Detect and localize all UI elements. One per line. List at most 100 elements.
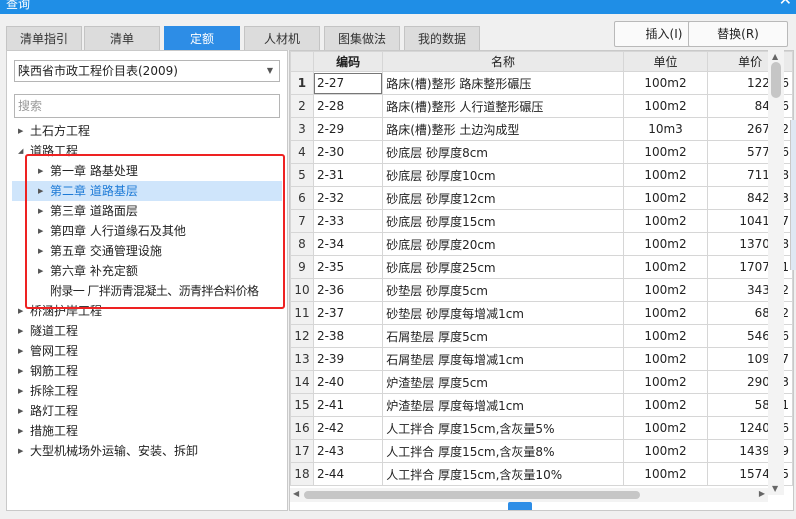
expand-arrow-icon[interactable]: ▶ xyxy=(18,361,30,381)
tab-list[interactable]: 清单 xyxy=(84,26,160,50)
row-number[interactable]: 18 xyxy=(290,462,314,486)
expand-arrow-icon[interactable]: ▶ xyxy=(18,301,30,321)
row-number[interactable]: 4 xyxy=(290,140,314,164)
row-number[interactable]: 16 xyxy=(290,416,314,440)
expand-arrow-icon[interactable]: ▶ xyxy=(18,341,30,361)
quota-code[interactable]: 2-27 xyxy=(312,71,384,95)
tree-item[interactable]: ▶ 路灯工程 xyxy=(18,401,78,421)
table-row[interactable]: 12-27路床(槽)整形 路床整形碾压100m2122.86 xyxy=(290,71,793,95)
quota-code[interactable]: 2-44 xyxy=(312,462,384,486)
table-row[interactable]: 22-28路床(槽)整形 人行道整形碾压100m284.16 xyxy=(290,94,793,118)
quota-unit[interactable]: 100m2 xyxy=(622,140,709,164)
quota-unit[interactable]: 100m2 xyxy=(622,163,709,187)
expand-arrow-icon[interactable]: ▶ xyxy=(38,181,50,201)
tree-item[interactable]: ▶ 措施工程 xyxy=(18,421,78,441)
table-row[interactable]: 18 2-44 人工拌合 厚度15cm,含灰量10% 100m2 1574.15 xyxy=(290,462,793,486)
row-number[interactable]: 2 xyxy=(290,94,314,118)
tab-atlas-method[interactable]: 图集做法 xyxy=(324,26,400,50)
quota-unit[interactable]: 100m2 xyxy=(622,278,709,302)
quota-unit[interactable]: 100m2 xyxy=(622,370,709,394)
quota-name[interactable]: 人工拌合 厚度15cm,含灰量8% xyxy=(382,439,624,463)
quota-name[interactable]: 砂底层 砂厚度12cm xyxy=(382,186,624,210)
quota-unit[interactable]: 100m2 xyxy=(622,71,709,95)
quota-name[interactable]: 砂底层 砂厚度20cm xyxy=(382,232,624,256)
horizontal-scrollbar[interactable]: ◀ ▶ xyxy=(290,488,768,502)
expand-arrow-icon[interactable]: ▶ xyxy=(18,121,30,141)
quota-code[interactable]: 2-30 xyxy=(312,140,384,164)
expand-arrow-icon[interactable]: ▶ xyxy=(38,261,50,281)
vertical-scrollbar[interactable]: ▲ ▼ xyxy=(768,50,784,495)
table-row[interactable]: 142-40炉渣垫层 厚度5cm100m2290.83 xyxy=(290,370,793,394)
expand-arrow-icon[interactable]: ▶ xyxy=(18,421,30,441)
tree-item[interactable]: ▶ 第四章 人行道缘石及其他 xyxy=(38,221,186,241)
tree-item[interactable]: ▶ 第六章 补充定额 xyxy=(38,261,138,281)
row-number[interactable]: 10 xyxy=(290,278,314,302)
row-number[interactable]: 9 xyxy=(290,255,314,279)
quota-unit[interactable]: 100m2 xyxy=(622,301,709,325)
table-row[interactable]: 132-39石屑垫层 厚度每增减1cm100m2109.17 xyxy=(290,347,793,371)
row-number[interactable]: 17 xyxy=(290,439,314,463)
quota-code[interactable]: 2-33 xyxy=(312,209,384,233)
quota-code[interactable]: 2-31 xyxy=(312,163,384,187)
tab-quota[interactable]: 定额 xyxy=(164,26,240,50)
tree-item-selected[interactable]: ▶ 第二章 道路基层 xyxy=(12,181,282,201)
quota-name[interactable]: 砂底层 砂厚度10cm xyxy=(382,163,624,187)
collapse-arrow-icon[interactable]: ◢ xyxy=(18,141,30,161)
quota-unit[interactable]: 100m2 xyxy=(622,209,709,233)
tree-item[interactable]: ▶ 钢筋工程 xyxy=(18,361,78,381)
tree-item[interactable]: ◢ 道路工程 xyxy=(18,141,78,161)
row-number[interactable]: 5 xyxy=(290,163,314,187)
quota-name[interactable]: 路床(槽)整形 人行道整形碾压 xyxy=(382,94,624,118)
table-row[interactable]: 52-31砂底层 砂厚度10cm100m2711.38 xyxy=(290,163,793,187)
quota-code[interactable]: 2-38 xyxy=(312,324,384,348)
quota-code[interactable]: 2-35 xyxy=(312,255,384,279)
tree-item[interactable]: ▶ 拆除工程 xyxy=(18,381,78,401)
tree-item[interactable]: ▶ 第三章 道路面层 xyxy=(38,201,138,221)
table-row[interactable]: 122-38石屑垫层 厚度5cm100m2546.76 xyxy=(290,324,793,348)
quota-code[interactable]: 2-42 xyxy=(312,416,384,440)
close-icon[interactable]: ✕ xyxy=(779,0,792,8)
tree-item[interactable]: ▶ 第一章 路基处理 xyxy=(38,161,284,181)
quota-code[interactable]: 2-34 xyxy=(312,232,384,256)
tree-item[interactable]: ▶ 大型机械场外运输、安装、拆卸 xyxy=(18,441,198,461)
table-row[interactable]: 152-41炉渣垫层 厚度每增减1cm100m258.11 xyxy=(290,393,793,417)
row-number[interactable]: 12 xyxy=(290,324,314,348)
quota-unit[interactable]: 100m2 xyxy=(622,186,709,210)
quota-code[interactable]: 2-29 xyxy=(312,117,384,141)
quota-name[interactable]: 炉渣垫层 厚度每增减1cm xyxy=(382,393,624,417)
quota-name[interactable]: 砂垫层 砂厚度5cm xyxy=(382,278,624,302)
tab-my-data[interactable]: 我的数据 xyxy=(404,26,480,50)
scroll-left-icon[interactable]: ◀ xyxy=(293,489,299,498)
quota-unit[interactable]: 100m2 xyxy=(622,324,709,348)
tree-item[interactable]: ▶ 土石方工程 xyxy=(18,121,90,141)
table-row[interactable]: 16 2-42 人工拌合 厚度15cm,含灰量5% 100m2 1240.76 xyxy=(290,416,793,440)
quota-code[interactable]: 2-36 xyxy=(312,278,384,302)
quota-name[interactable]: 石屑垫层 厚度5cm xyxy=(382,324,624,348)
quota-unit[interactable]: 100m2 xyxy=(622,232,709,256)
quota-name[interactable]: 人工拌合 厚度15cm,含灰量10% xyxy=(382,462,624,486)
quota-code[interactable]: 2-37 xyxy=(312,301,384,325)
expand-arrow-icon[interactable]: ▶ xyxy=(38,221,50,241)
table-row[interactable]: 8 2-34 砂底层 砂厚度20cm 100m2 1370.68 xyxy=(290,232,793,256)
quota-unit[interactable]: 100m2 xyxy=(622,439,709,463)
scroll-right-icon[interactable]: ▶ xyxy=(759,489,765,498)
row-number[interactable]: 3 xyxy=(290,117,314,141)
column-header-unit[interactable]: 单位 xyxy=(622,51,709,72)
scroll-thumb-horizontal[interactable] xyxy=(304,491,640,499)
collapse-handle[interactable] xyxy=(508,502,532,510)
row-number[interactable]: 8 xyxy=(290,232,314,256)
quota-unit[interactable]: 100m2 xyxy=(622,462,709,486)
expand-arrow-icon[interactable]: ▶ xyxy=(18,321,30,341)
row-number[interactable]: 15 xyxy=(290,393,314,417)
row-number[interactable]: 14 xyxy=(290,370,314,394)
quota-unit[interactable]: 100m2 xyxy=(622,94,709,118)
quota-code[interactable]: 2-39 xyxy=(312,347,384,371)
quota-name[interactable]: 石屑垫层 厚度每增减1cm xyxy=(382,347,624,371)
quota-name[interactable]: 路床(槽)整形 路床整形碾压 xyxy=(382,71,624,95)
table-row[interactable]: 112-37砂垫层 砂厚度每增减1cm100m268.92 xyxy=(290,301,793,325)
quota-name[interactable]: 砂底层 砂厚度8cm xyxy=(382,140,624,164)
table-row[interactable]: 32-29路床(槽)整形 土边沟成型10m3267.12 xyxy=(290,117,793,141)
quota-name[interactable]: 砂底层 砂厚度25cm xyxy=(382,255,624,279)
quota-name[interactable]: 砂底层 砂厚度15cm xyxy=(382,209,624,233)
row-number[interactable]: 11 xyxy=(290,301,314,325)
